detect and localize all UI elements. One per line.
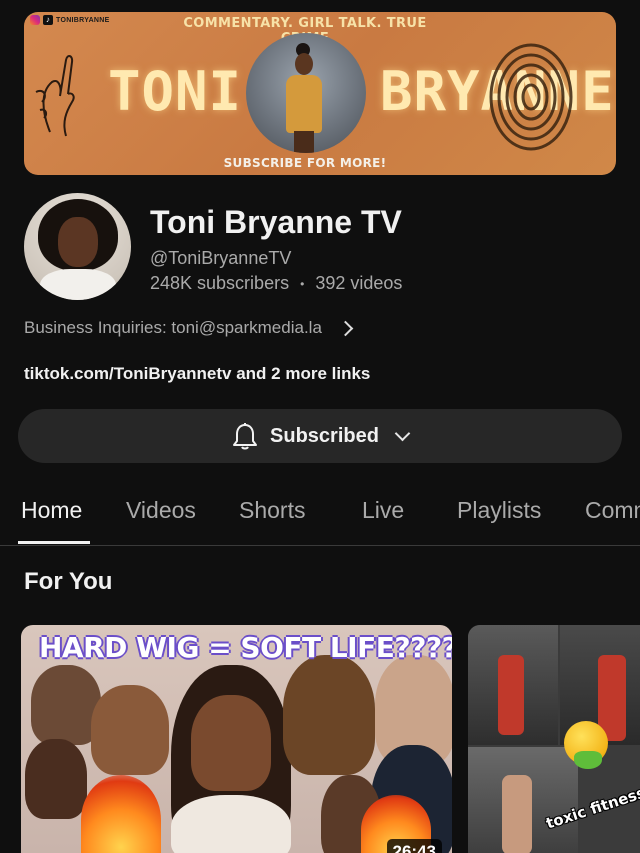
- fire-icon: [81, 775, 161, 853]
- thumbnail-person: [91, 685, 169, 775]
- tab-live[interactable]: Live: [362, 497, 404, 524]
- banner-subscribe-text: SUBSCRIBE FOR MORE!: [223, 156, 387, 170]
- chevron-down-icon: [394, 425, 411, 441]
- banner-social-handle: ♪ TONIBRYANNE: [30, 15, 110, 25]
- channel-description-row[interactable]: Business Inquiries: toni@sparkmedia.la: [24, 318, 354, 338]
- active-tab-indicator: [18, 541, 90, 544]
- channel-name: Toni Bryanne TV: [150, 204, 402, 240]
- business-inquiries-text: Business Inquiries: toni@sparkmedia.la: [24, 318, 322, 337]
- thumbnail-figure: [498, 655, 524, 735]
- channel-handle: @ToniBryanneTV: [150, 248, 292, 268]
- video-card[interactable]: toxic fitness: [468, 625, 640, 853]
- tab-shorts[interactable]: Shorts: [239, 497, 305, 524]
- channel-links[interactable]: tiktok.com/ToniBryannetv and 2 more link…: [24, 364, 370, 384]
- stats-separator: •: [300, 277, 305, 292]
- video-count: 392 videos: [315, 273, 403, 293]
- chevron-right-icon: [337, 320, 354, 336]
- tab-playlists[interactable]: Playlists: [457, 497, 541, 524]
- hand-shush-icon: [35, 55, 75, 137]
- tiktok-icon: ♪: [43, 15, 53, 25]
- fingerprint-icon: [489, 43, 573, 151]
- nauseated-emoji-icon: [564, 721, 608, 769]
- channel-banner: ♪ TONIBRYANNE COMMENTARY. GIRL TALK. TRU…: [24, 12, 616, 175]
- tab-community[interactable]: Comm: [585, 497, 640, 524]
- banner-handle-text: TONIBRYANNE: [56, 16, 110, 24]
- thumbnail-person: [191, 695, 271, 791]
- section-title: For You: [24, 568, 113, 595]
- thumbnail-figure: [502, 775, 532, 853]
- thumbnail-person: [171, 795, 291, 853]
- subscribed-button[interactable]: Subscribed: [18, 409, 622, 463]
- video-duration: 26:43: [386, 839, 442, 853]
- channel-stats: 248K subscribers • 392 videos: [150, 273, 402, 294]
- banner-name-left: TONI: [108, 60, 243, 123]
- subscriber-count: 248K subscribers: [150, 273, 290, 293]
- channel-avatar[interactable]: [24, 193, 131, 300]
- video-card[interactable]: HARD WIG = SOFT LIFE???? 26:43: [21, 625, 452, 853]
- thumbnail-text: HARD WIG = SOFT LIFE????: [39, 631, 452, 664]
- tab-videos[interactable]: Videos: [126, 497, 196, 524]
- channel-tabs: Home Videos Shorts Live Playlists Comm: [0, 488, 640, 546]
- subscribed-label: Subscribed: [270, 424, 379, 447]
- banner-photo: [246, 33, 366, 153]
- thumbnail-person: [25, 739, 87, 819]
- tab-home[interactable]: Home: [21, 497, 82, 524]
- thumbnail-person: [283, 655, 375, 775]
- instagram-icon: [30, 15, 40, 25]
- bell-icon: [233, 423, 258, 450]
